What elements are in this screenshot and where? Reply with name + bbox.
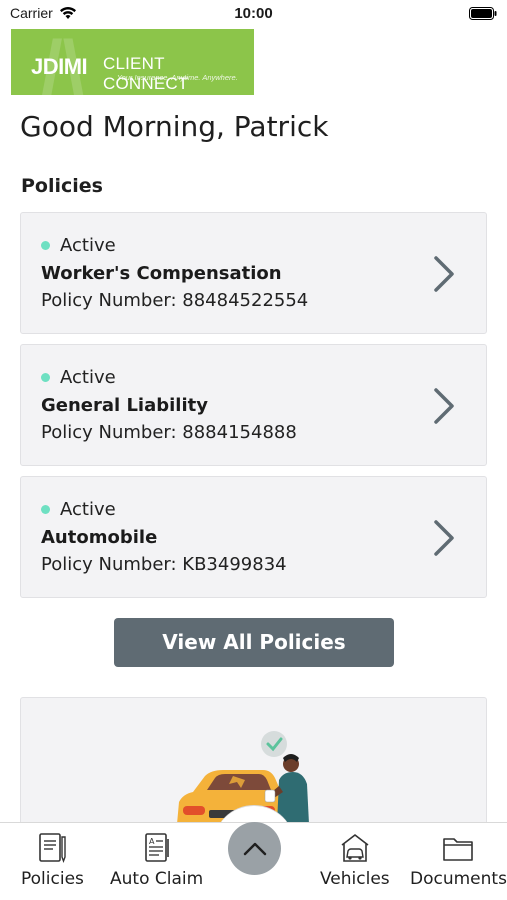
policies-section-title: Policies	[21, 175, 103, 197]
policy-number: Policy Number: 88484522554	[41, 290, 309, 311]
nav-item-auto-claim[interactable]: A Auto Claim	[110, 831, 203, 889]
nav-item-documents[interactable]: Documents	[410, 831, 507, 889]
policy-name: General Liability	[41, 395, 208, 416]
status-row: Active	[41, 499, 116, 520]
policy-card[interactable]: Active Automobile Policy Number: KB34998…	[20, 476, 487, 598]
nav-label: Documents	[410, 869, 507, 889]
policy-name: Automobile	[41, 527, 158, 548]
policy-number: Policy Number: KB3499834	[41, 554, 287, 575]
status-label: Active	[60, 499, 116, 520]
logo-brand: JDIMI	[31, 54, 88, 79]
status-label: Active	[60, 367, 116, 388]
nav-item-vehicles[interactable]: Vehicles	[320, 831, 390, 889]
logo-tagline: Your Insurance. Anytime. Anywhere.	[117, 73, 238, 82]
clock: 10:00	[234, 5, 273, 22]
battery-icon	[469, 7, 497, 20]
policy-document-icon	[39, 833, 67, 863]
greeting: Good Morning, Patrick	[20, 110, 329, 143]
expand-menu-button[interactable]	[228, 822, 281, 875]
nav-label: Vehicles	[320, 869, 390, 889]
status-row: Active	[41, 235, 116, 256]
folder-icon	[443, 838, 474, 861]
chevron-right-icon[interactable]	[432, 387, 456, 425]
status-bar: Carrier 10:00	[0, 0, 507, 28]
active-status-dot	[41, 505, 50, 514]
active-status-dot	[41, 241, 50, 250]
auto-claim-icon: A	[144, 833, 169, 862]
nav-label: Policies	[21, 869, 84, 889]
status-label: Active	[60, 235, 116, 256]
nav-label: Auto Claim	[110, 869, 204, 889]
vehicle-garage-icon	[341, 834, 369, 862]
policy-card[interactable]: Active Worker's Compensation Policy Numb…	[20, 212, 487, 334]
nav-item-policies[interactable]: Policies	[21, 831, 84, 889]
policy-name: Worker's Compensation	[41, 263, 282, 284]
view-all-policies-button[interactable]: View All Policies	[114, 618, 394, 667]
policy-card[interactable]: Active General Liability Policy Number: …	[20, 344, 487, 466]
policy-number: Policy Number: 8884154888	[41, 422, 297, 443]
chevron-right-icon[interactable]	[432, 519, 456, 557]
status-row: Active	[41, 367, 116, 388]
app-logo: /\ JDIMI CLIENT CONNECT Your Insurance. …	[11, 29, 254, 95]
chevron-up-icon	[243, 842, 266, 855]
svg-text:A: A	[149, 837, 155, 846]
active-status-dot	[41, 373, 50, 382]
chevron-right-icon[interactable]	[432, 255, 456, 293]
